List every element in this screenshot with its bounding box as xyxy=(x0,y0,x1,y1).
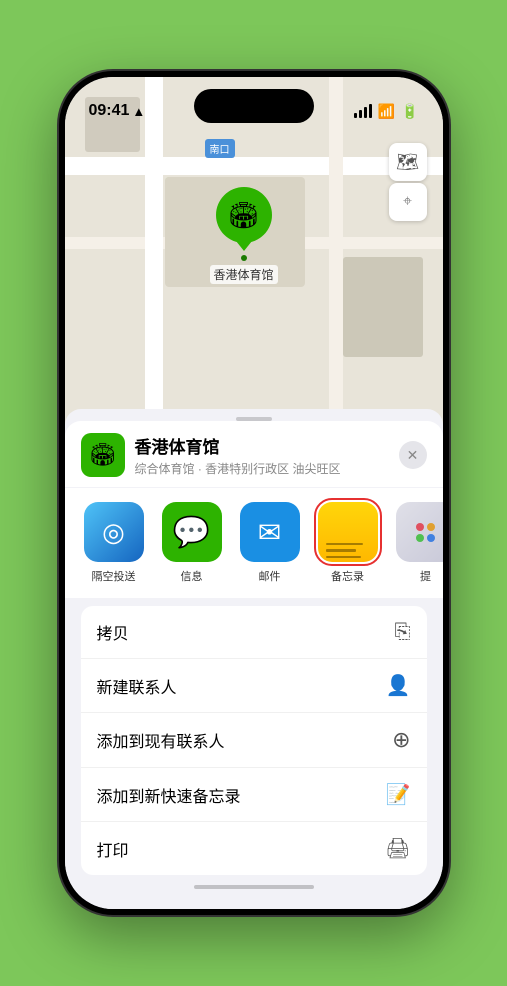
share-item-notes[interactable]: 备忘录 xyxy=(315,502,381,584)
action-new-contact-label: 新建联系人 xyxy=(97,674,177,698)
notes-line-1 xyxy=(326,543,363,546)
airdrop-icon: ◎ xyxy=(102,517,125,548)
action-add-quick-note[interactable]: 添加到新快速备忘录 📝 xyxy=(81,768,427,822)
dynamic-island xyxy=(194,89,314,123)
map-controls: 🗺 ⌖ xyxy=(389,143,427,221)
mail-icon: ✉ xyxy=(258,516,281,549)
wifi-icon: 📶 xyxy=(378,103,395,120)
phone-screen: 09:41 ▲ 📶 🔋 南口 🗺 xyxy=(65,77,443,909)
share-row: ◎ 隔空投送 💬 信息 ✉ 邮件 xyxy=(65,488,443,598)
location-arrow-icon: ▲ xyxy=(132,104,145,119)
notes-lines xyxy=(318,535,378,563)
compass-icon: ⌖ xyxy=(403,193,412,211)
mail-label: 邮件 xyxy=(259,568,281,584)
close-button[interactable]: ✕ xyxy=(399,441,427,469)
location-button[interactable]: ⌖ xyxy=(389,183,427,221)
notes-line-3 xyxy=(326,556,361,559)
venue-header: 🏟 香港体育馆 综合体育馆 · 香港特别行政区 油尖旺区 ✕ xyxy=(65,421,443,487)
action-add-to-contact-label: 添加到现有联系人 xyxy=(97,728,225,752)
phone-frame: 09:41 ▲ 📶 🔋 南口 🗺 xyxy=(59,71,449,915)
new-contact-icon: 👤 xyxy=(386,673,411,698)
status-time: 09:41 ▲ xyxy=(89,102,146,120)
venue-name: 香港体育馆 xyxy=(135,433,399,458)
airdrop-label: 隔空投送 xyxy=(92,568,136,584)
action-copy-label: 拷贝 xyxy=(97,620,129,644)
mail-icon-wrap: ✉ xyxy=(240,502,300,562)
share-item-airdrop[interactable]: ◎ 隔空投送 xyxy=(81,502,147,584)
action-add-quick-note-label: 添加到新快速备忘录 xyxy=(97,783,241,807)
status-icons: 📶 🔋 xyxy=(354,103,419,120)
action-list: 拷贝 ⎘ 新建联系人 👤 添加到现有联系人 ⊕ 添加到新快速备忘录 📝 xyxy=(81,606,427,875)
stadium-icon: 🏟 xyxy=(227,200,260,231)
battery-icon: 🔋 xyxy=(401,103,418,120)
map-type-button[interactable]: 🗺 xyxy=(389,143,427,181)
more-icon-wrap xyxy=(396,502,443,562)
location-pin: 🏟 香港体育馆 xyxy=(210,187,278,284)
share-item-mail[interactable]: ✉ 邮件 xyxy=(237,502,303,584)
pin-circle: 🏟 xyxy=(216,187,272,243)
signal-bars-icon xyxy=(354,104,372,118)
action-add-to-contact[interactable]: 添加到现有联系人 ⊕ xyxy=(81,713,427,768)
venue-stadium-icon: 🏟 xyxy=(89,442,117,468)
messages-label: 信息 xyxy=(181,568,203,584)
add-to-contact-icon: ⊕ xyxy=(392,727,410,753)
map-label: 南口 xyxy=(205,139,235,158)
messages-icon: 💬 xyxy=(173,515,210,550)
pin-dot xyxy=(241,255,247,261)
airdrop-icon-wrap: ◎ xyxy=(84,502,144,562)
copy-icon: ⎘ xyxy=(395,621,411,644)
venue-info: 香港体育馆 综合体育馆 · 香港特别行政区 油尖旺区 xyxy=(135,433,399,477)
notes-line-2 xyxy=(326,549,357,552)
messages-icon-wrap: 💬 xyxy=(162,502,222,562)
more-dots-icon xyxy=(416,523,435,542)
notes-icon-wrap xyxy=(318,502,378,562)
pin-label: 香港体育馆 xyxy=(210,265,278,284)
map-type-icon: 🗺 xyxy=(396,152,419,173)
notes-label: 备忘录 xyxy=(331,568,364,584)
action-print[interactable]: 打印 🖨 xyxy=(81,822,427,875)
home-indicator xyxy=(194,885,314,889)
action-new-contact[interactable]: 新建联系人 👤 xyxy=(81,659,427,713)
share-item-more[interactable]: 提 xyxy=(393,502,443,584)
action-copy[interactable]: 拷贝 ⎘ xyxy=(81,606,427,659)
action-print-label: 打印 xyxy=(97,837,129,861)
venue-subtitle: 综合体育馆 · 香港特别行政区 油尖旺区 xyxy=(135,460,399,477)
venue-icon: 🏟 xyxy=(81,433,125,477)
more-label: 提 xyxy=(420,568,431,584)
quick-note-icon: 📝 xyxy=(386,782,411,807)
print-icon: 🖨 xyxy=(385,836,410,861)
bottom-sheet: 🏟 香港体育馆 综合体育馆 · 香港特别行政区 油尖旺区 ✕ ◎ 隔空投送 xyxy=(65,409,443,909)
share-item-messages[interactable]: 💬 信息 xyxy=(159,502,225,584)
